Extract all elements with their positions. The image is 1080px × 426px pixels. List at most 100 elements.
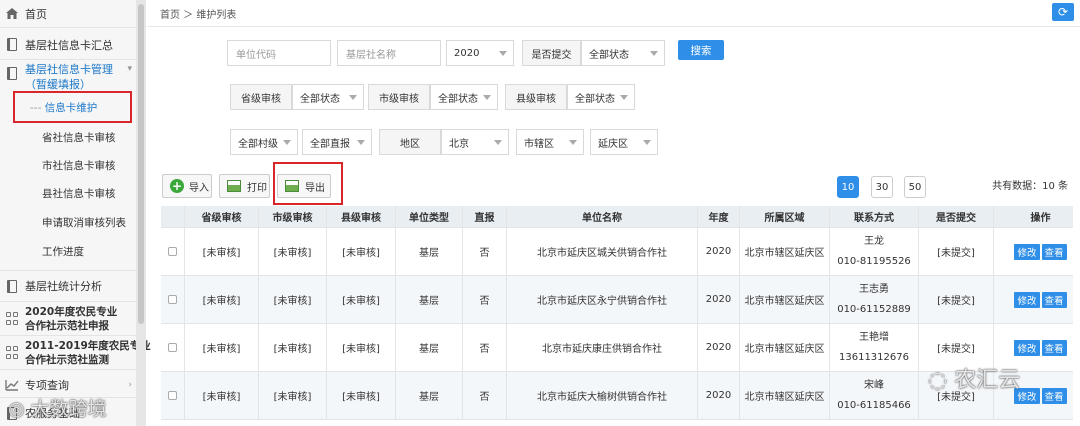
grid-icon bbox=[5, 346, 19, 360]
table-header-cell: 单位名称 bbox=[507, 206, 698, 227]
edit-button[interactable]: 修改 bbox=[1014, 243, 1040, 260]
sidebar-scrollbar-thumb[interactable] bbox=[138, 4, 144, 324]
table-cell: 北京市辖区延庆区 bbox=[740, 228, 830, 275]
plus-icon: + bbox=[170, 179, 184, 193]
refresh-button[interactable]: ⟳ bbox=[1052, 3, 1074, 21]
table-cell: 北京市延庆康庄供销合作社 bbox=[507, 324, 698, 371]
unit-code-input[interactable]: 单位代码 bbox=[227, 40, 331, 66]
page-size-10[interactable]: 10 bbox=[837, 176, 859, 198]
sidebar-subitem-city-review[interactable]: 市社信息卡审核 bbox=[42, 158, 148, 173]
sidebar-item-label: 基层社信息卡汇总 bbox=[25, 38, 113, 52]
table-cell: 基层 bbox=[396, 372, 463, 419]
table-cell: [未审核] bbox=[259, 228, 327, 275]
city-review-select-value: 全部状态 bbox=[438, 93, 478, 105]
import-button[interactable]: + 导入 bbox=[162, 174, 212, 198]
print-button[interactable]: 打印 bbox=[219, 174, 270, 198]
contact-name: 王志勇 bbox=[859, 283, 889, 295]
table-cell: [未审核] bbox=[259, 324, 327, 371]
sidebar-subitem-progress[interactable]: 工作进度 bbox=[42, 244, 148, 259]
row-checkbox-cell bbox=[161, 228, 185, 275]
region-province-select[interactable]: 北京 bbox=[441, 129, 509, 155]
sidebar-subitem-label: 县社信息卡审核 bbox=[42, 188, 116, 200]
table-header-cell: 所属区域 bbox=[740, 206, 830, 227]
print-icon bbox=[227, 180, 241, 192]
sidebar-subitem-prov-review[interactable]: 省社信息卡审核 bbox=[42, 130, 148, 145]
direct-select[interactable]: 全部直报 bbox=[302, 129, 372, 155]
table-header-cell: 省级审核 bbox=[185, 206, 259, 227]
table-cell: [未审核] bbox=[185, 324, 259, 371]
sidebar-item-sublabel: （暂缓填报） bbox=[25, 78, 91, 91]
sidebar-subitem-cancel-list[interactable]: 申请取消审核列表 bbox=[42, 215, 148, 230]
region-city-select[interactable]: 市辖区 bbox=[516, 129, 584, 155]
county-review-select[interactable]: 全部状态 bbox=[567, 84, 635, 110]
sidebar-subitem-label: 工作进度 bbox=[42, 246, 84, 258]
book-icon bbox=[5, 38, 19, 52]
sidebar-item-label: 基层社信息卡管理 bbox=[25, 63, 113, 76]
caret-down-icon bbox=[620, 95, 628, 100]
table-cell: [未审核] bbox=[259, 276, 327, 323]
row-checkbox[interactable] bbox=[168, 247, 177, 256]
grid-icon bbox=[5, 312, 19, 326]
city-review-select[interactable]: 全部状态 bbox=[430, 84, 498, 110]
view-button[interactable]: 查看 bbox=[1041, 339, 1067, 356]
chevron-right-icon: › bbox=[128, 379, 132, 390]
row-checkbox[interactable] bbox=[168, 295, 177, 304]
year-select[interactable]: 2020 bbox=[446, 40, 514, 66]
row-checkbox[interactable] bbox=[168, 343, 177, 352]
sidebar-subitem-label: 市社信息卡审核 bbox=[42, 160, 116, 172]
caret-down-icon bbox=[283, 140, 291, 145]
view-button[interactable]: 查看 bbox=[1041, 291, 1067, 308]
page-size-50[interactable]: 50 bbox=[904, 176, 926, 198]
coop-name-input[interactable]: 基层社名称 bbox=[337, 40, 441, 66]
table-header-cell: 县级审核 bbox=[327, 206, 396, 227]
sidebar-subitem-county-review[interactable]: 县社信息卡审核 bbox=[42, 186, 148, 201]
caret-down-icon bbox=[569, 140, 577, 145]
edit-button[interactable]: 修改 bbox=[1014, 291, 1040, 308]
table-header-cell: 联系方式 bbox=[830, 206, 919, 227]
table-cell: [未提交] bbox=[919, 228, 994, 275]
contact-cell: 王艳增 13611312676 bbox=[830, 324, 919, 371]
village-select[interactable]: 全部村级 bbox=[230, 129, 298, 155]
table-header-cell: 是否提交 bbox=[919, 206, 994, 227]
watermark-text: 农汇云 bbox=[954, 368, 1021, 393]
watermark-logo-icon: ◎ bbox=[8, 398, 31, 420]
search-button[interactable]: 搜索 bbox=[678, 40, 724, 60]
sidebar-item-label: 基层社统计分析 bbox=[25, 280, 102, 293]
breadcrumb: 首页 ＞ 维护列表 bbox=[160, 10, 237, 21]
book-icon bbox=[5, 66, 19, 80]
prov-review-select-value: 全部状态 bbox=[300, 93, 340, 105]
sidebar-item-summary[interactable]: 基层社信息卡汇总 bbox=[0, 30, 136, 60]
sidebar-item-stats[interactable]: 基层社统计分析 bbox=[0, 270, 136, 302]
sidebar-item-demo-2011[interactable]: 2011-2019年度农民专业 合作社示范社监测 bbox=[0, 336, 151, 370]
table-cell: 2020 bbox=[698, 228, 740, 275]
county-review-label: 县级审核 bbox=[505, 84, 567, 110]
sidebar-item-home[interactable]: 首页 bbox=[0, 0, 136, 28]
sidebar-item-demo-2020[interactable]: 2020年度农民专业 合作社示范社申报 bbox=[0, 302, 136, 336]
table-cell: [未审核] bbox=[259, 372, 327, 419]
submitted-label: 是否提交 bbox=[522, 40, 581, 66]
row-checkbox-cell bbox=[161, 372, 185, 419]
table-row[interactable]: [未审核] [未审核] [未审核] 基层 否 北京市延庆区城关供销合作社 202… bbox=[161, 228, 1073, 276]
edit-button[interactable]: 修改 bbox=[1014, 339, 1040, 356]
view-button[interactable]: 查看 bbox=[1041, 387, 1067, 404]
total-count: 共有数据：10 条 bbox=[992, 181, 1068, 192]
page-size-30[interactable]: 30 bbox=[871, 176, 893, 198]
submitted-select[interactable]: 全部状态 bbox=[581, 40, 665, 66]
table-cell: 基层 bbox=[396, 228, 463, 275]
caret-down-icon bbox=[643, 140, 651, 145]
prov-review-select[interactable]: 全部状态 bbox=[292, 84, 364, 110]
row-checkbox[interactable] bbox=[168, 391, 177, 400]
table-cell: 北京市辖区延庆区 bbox=[740, 276, 830, 323]
table-cell: [未审核] bbox=[327, 228, 396, 275]
region-province-select-value: 北京 bbox=[449, 138, 469, 150]
print-button-label: 打印 bbox=[247, 182, 267, 194]
table-row[interactable]: [未审核] [未审核] [未审核] 基层 否 北京市延庆区永宁供销合作社 202… bbox=[161, 276, 1073, 324]
view-button[interactable]: 查看 bbox=[1041, 243, 1067, 260]
village-select-value: 全部村级 bbox=[238, 138, 278, 150]
sidebar-item-card-mgmt[interactable]: 基层社信息卡管理 （暂缓填报） ▾ bbox=[0, 60, 136, 94]
contact-phone: 010-81195526 bbox=[837, 255, 911, 267]
table-cell: 北京市辖区延庆区 bbox=[740, 372, 830, 419]
contact-phone: 13611312676 bbox=[839, 351, 909, 363]
region-county-select[interactable]: 延庆区 bbox=[590, 129, 658, 155]
submitted-select-value: 全部状态 bbox=[589, 49, 629, 61]
